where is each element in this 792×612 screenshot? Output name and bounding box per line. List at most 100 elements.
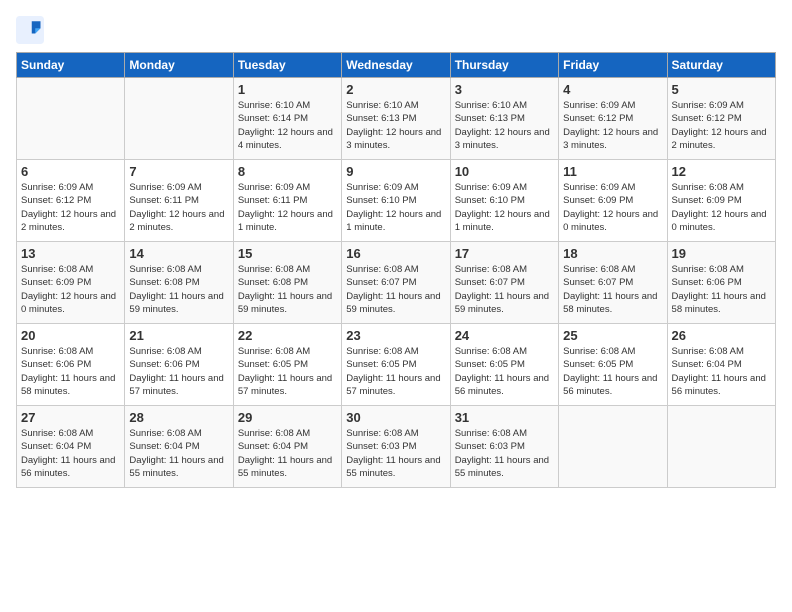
calendar-cell: 26 Sunrise: 6:08 AM Sunset: 6:04 PM Dayli… [667,324,775,406]
calendar-cell: 17 Sunrise: 6:08 AM Sunset: 6:07 PM Dayli… [450,242,558,324]
cell-info: Sunrise: 6:08 AM Sunset: 6:03 PM Dayligh… [455,427,554,480]
calendar-cell: 11 Sunrise: 6:09 AM Sunset: 6:09 PM Dayli… [559,160,667,242]
cell-info: Sunrise: 6:08 AM Sunset: 6:07 PM Dayligh… [455,263,554,316]
day-number: 24 [455,328,554,343]
calendar-cell: 25 Sunrise: 6:08 AM Sunset: 6:05 PM Dayli… [559,324,667,406]
calendar-week-row: 20Sunrise: 6:08 AM Sunset: 6:06 PM Dayli… [17,324,776,406]
day-number: 14 [129,246,228,261]
calendar-cell: 8 Sunrise: 6:09 AM Sunset: 6:11 PM Daylig… [233,160,341,242]
calendar-cell: 12 Sunrise: 6:08 AM Sunset: 6:09 PM Dayli… [667,160,775,242]
calendar-cell: 28 Sunrise: 6:08 AM Sunset: 6:04 PM Dayli… [125,406,233,488]
cell-info: Sunrise: 6:09 AM Sunset: 6:12 PM Dayligh… [563,99,662,152]
cell-info: Sunrise: 6:08 AM Sunset: 6:04 PM Dayligh… [129,427,228,480]
calendar-week-row: 13 Sunrise: 6:08 AM Sunset: 6:09 PM Dayli… [17,242,776,324]
cell-info: Sunrise: 6:08 AM Sunset: 6:05 PM Dayligh… [455,345,554,398]
day-number: 21 [129,328,228,343]
calendar-header-row: SundayMondayTuesdayWednesdayThursdayFrid… [17,53,776,78]
day-number: 9 [346,164,445,179]
calendar-cell: 5Sunrise: 6:09 AM Sunset: 6:12 PM Daylig… [667,78,775,160]
day-number: 20 [21,328,120,343]
cell-info: Sunrise: 6:08 AM Sunset: 6:04 PM Dayligh… [672,345,771,398]
cell-info: Sunrise: 6:09 AM Sunset: 6:12 PM Dayligh… [672,99,771,152]
calendar-cell [17,78,125,160]
header-day-saturday: Saturday [667,53,775,78]
calendar-cell: 23Sunrise: 6:08 AM Sunset: 6:05 PM Dayli… [342,324,450,406]
calendar-cell: 14Sunrise: 6:08 AM Sunset: 6:08 PM Dayli… [125,242,233,324]
calendar-cell: 20Sunrise: 6:08 AM Sunset: 6:06 PM Dayli… [17,324,125,406]
cell-info: Sunrise: 6:10 AM Sunset: 6:13 PM Dayligh… [346,99,445,152]
cell-info: Sunrise: 6:09 AM Sunset: 6:10 PM Dayligh… [346,181,445,234]
day-number: 28 [129,410,228,425]
cell-info: Sunrise: 6:09 AM Sunset: 6:10 PM Dayligh… [455,181,554,234]
calendar-cell [125,78,233,160]
cell-info: Sunrise: 6:09 AM Sunset: 6:11 PM Dayligh… [129,181,228,234]
cell-info: Sunrise: 6:08 AM Sunset: 6:06 PM Dayligh… [672,263,771,316]
day-number: 22 [238,328,337,343]
calendar-cell [667,406,775,488]
cell-info: Sunrise: 6:08 AM Sunset: 6:08 PM Dayligh… [238,263,337,316]
cell-info: Sunrise: 6:08 AM Sunset: 6:04 PM Dayligh… [21,427,120,480]
calendar-cell: 21Sunrise: 6:08 AM Sunset: 6:06 PM Dayli… [125,324,233,406]
cell-info: Sunrise: 6:10 AM Sunset: 6:14 PM Dayligh… [238,99,337,152]
day-number: 10 [455,164,554,179]
cell-info: Sunrise: 6:09 AM Sunset: 6:09 PM Dayligh… [563,181,662,234]
day-number: 19 [672,246,771,261]
day-number: 11 [563,164,662,179]
header-day-thursday: Thursday [450,53,558,78]
cell-info: Sunrise: 6:08 AM Sunset: 6:07 PM Dayligh… [346,263,445,316]
day-number: 25 [563,328,662,343]
cell-info: Sunrise: 6:08 AM Sunset: 6:09 PM Dayligh… [21,263,120,316]
calendar-cell: 31 Sunrise: 6:08 AM Sunset: 6:03 PM Dayli… [450,406,558,488]
calendar-cell: 4 Sunrise: 6:09 AM Sunset: 6:12 PM Daylig… [559,78,667,160]
day-number: 12 [672,164,771,179]
day-number: 4 [563,82,662,97]
calendar-cell: 13 Sunrise: 6:08 AM Sunset: 6:09 PM Dayli… [17,242,125,324]
logo [16,16,48,44]
calendar-cell: 19 Sunrise: 6:08 AM Sunset: 6:06 PM Dayli… [667,242,775,324]
logo-icon [16,16,44,44]
calendar-cell: 9 Sunrise: 6:09 AM Sunset: 6:10 PM Daylig… [342,160,450,242]
day-number: 27 [21,410,120,425]
calendar-week-row: 1Sunrise: 6:10 AM Sunset: 6:14 PM Daylig… [17,78,776,160]
day-number: 26 [672,328,771,343]
day-number: 13 [21,246,120,261]
calendar-cell: 30Sunrise: 6:08 AM Sunset: 6:03 PM Dayli… [342,406,450,488]
day-number: 29 [238,410,337,425]
cell-info: Sunrise: 6:08 AM Sunset: 6:04 PM Dayligh… [238,427,337,480]
calendar-cell: 27 Sunrise: 6:08 AM Sunset: 6:04 PM Dayli… [17,406,125,488]
day-number: 31 [455,410,554,425]
calendar-cell [559,406,667,488]
day-number: 23 [346,328,445,343]
calendar-cell: 16Sunrise: 6:08 AM Sunset: 6:07 PM Dayli… [342,242,450,324]
day-number: 18 [563,246,662,261]
calendar-week-row: 27 Sunrise: 6:08 AM Sunset: 6:04 PM Dayli… [17,406,776,488]
cell-info: Sunrise: 6:09 AM Sunset: 6:12 PM Dayligh… [21,181,120,234]
calendar-cell: 18 Sunrise: 6:08 AM Sunset: 6:07 PM Dayli… [559,242,667,324]
cell-info: Sunrise: 6:08 AM Sunset: 6:03 PM Dayligh… [346,427,445,480]
header-day-monday: Monday [125,53,233,78]
day-number: 8 [238,164,337,179]
cell-info: Sunrise: 6:10 AM Sunset: 6:13 PM Dayligh… [455,99,554,152]
calendar-cell: 24 Sunrise: 6:08 AM Sunset: 6:05 PM Dayli… [450,324,558,406]
cell-info: Sunrise: 6:09 AM Sunset: 6:11 PM Dayligh… [238,181,337,234]
calendar-cell: 10 Sunrise: 6:09 AM Sunset: 6:10 PM Dayli… [450,160,558,242]
header-day-tuesday: Tuesday [233,53,341,78]
cell-info: Sunrise: 6:08 AM Sunset: 6:05 PM Dayligh… [238,345,337,398]
calendar-cell: 29 Sunrise: 6:08 AM Sunset: 6:04 PM Dayli… [233,406,341,488]
day-number: 2 [346,82,445,97]
calendar-cell: 1Sunrise: 6:10 AM Sunset: 6:14 PM Daylig… [233,78,341,160]
calendar-cell: 3 Sunrise: 6:10 AM Sunset: 6:13 PM Daylig… [450,78,558,160]
day-number: 17 [455,246,554,261]
header-day-sunday: Sunday [17,53,125,78]
calendar-cell: 7Sunrise: 6:09 AM Sunset: 6:11 PM Daylig… [125,160,233,242]
cell-info: Sunrise: 6:08 AM Sunset: 6:05 PM Dayligh… [563,345,662,398]
cell-info: Sunrise: 6:08 AM Sunset: 6:09 PM Dayligh… [672,181,771,234]
calendar-cell: 6 Sunrise: 6:09 AM Sunset: 6:12 PM Daylig… [17,160,125,242]
header-day-friday: Friday [559,53,667,78]
day-number: 3 [455,82,554,97]
header-day-wednesday: Wednesday [342,53,450,78]
calendar-cell: 15Sunrise: 6:08 AM Sunset: 6:08 PM Dayli… [233,242,341,324]
cell-info: Sunrise: 6:08 AM Sunset: 6:07 PM Dayligh… [563,263,662,316]
day-number: 6 [21,164,120,179]
calendar-cell: 2 Sunrise: 6:10 AM Sunset: 6:13 PM Daylig… [342,78,450,160]
